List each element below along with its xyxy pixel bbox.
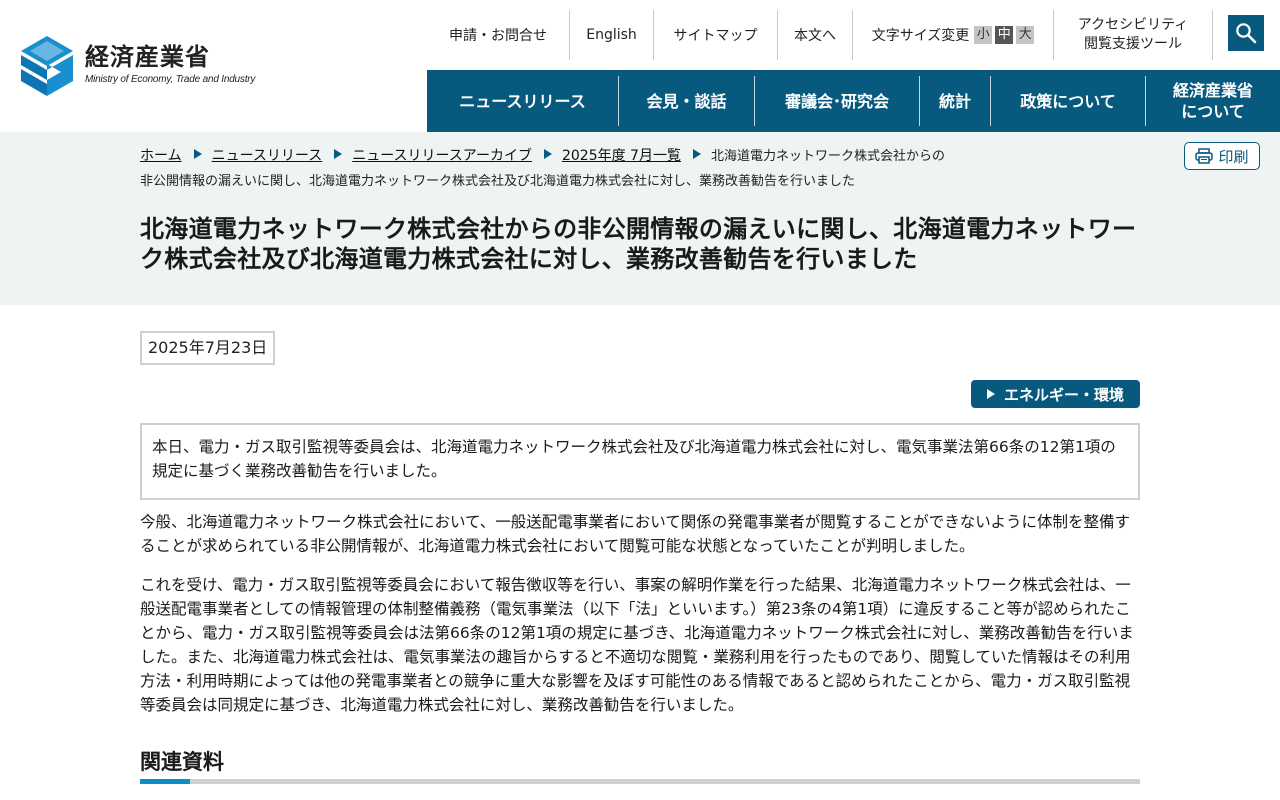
search-icon: [1236, 23, 1257, 44]
breadcrumb-arrow-icon: [543, 149, 552, 159]
body-paragraph: これを受け、電力・ガス取引監視等委員会において報告徴収等を行い、事案の解明作業を…: [140, 576, 1134, 714]
utility-divider: [1212, 10, 1213, 60]
skip-to-content-link[interactable]: 本文へ: [778, 10, 852, 60]
nav-about-label-1: 経済産業省: [1172, 81, 1253, 100]
printer-icon: [1195, 148, 1214, 164]
meti-logo-icon: [21, 36, 73, 96]
heading-underline: [140, 779, 1140, 784]
heading-underline-accent: [140, 779, 190, 784]
print-label: 印刷: [1218, 147, 1249, 166]
release-date: 2025年7月23日: [140, 331, 276, 365]
page-title: 北海道電力ネットワーク株式会社からの非公開情報の漏えいに関し、北海道電力ネットワ…: [140, 215, 1137, 273]
lead-summary-box: 本日、電力・ガス取引監視等委員会は、北海道電力ネットワーク株式会社及び北海道電力…: [140, 423, 1140, 500]
nav-about-meti[interactable]: 経済産業省 について: [1146, 70, 1280, 132]
related-materials-heading: 関連資料: [140, 750, 224, 774]
category-tag-label: エネルギー・環境: [1003, 385, 1124, 404]
font-size-small-button[interactable]: 小: [974, 26, 993, 44]
breadcrumb-news[interactable]: ニュースリリース: [212, 148, 323, 164]
font-size-switcher: 文字サイズ変更 小 中 大: [853, 10, 1053, 60]
accessibility-tool-link[interactable]: アクセシビリティ 閲覧支援ツール: [1054, 10, 1212, 60]
nav-press-conference[interactable]: 会見・談話: [619, 70, 754, 132]
logo-english-text: Ministry of Economy, Trade and Industry: [85, 74, 256, 85]
print-button[interactable]: 印刷: [1184, 142, 1260, 170]
nav-news-release[interactable]: ニュースリリース: [427, 70, 618, 132]
font-size-large-button[interactable]: 大: [1016, 26, 1035, 44]
breadcrumb-archive[interactable]: ニュースリリースアーカイブ: [352, 148, 532, 164]
font-size-label: 文字サイズ変更: [871, 28, 970, 44]
nav-councils[interactable]: 審議会･研究会: [755, 70, 919, 132]
font-size-medium-button[interactable]: 中: [995, 26, 1014, 44]
accessibility-label-1: アクセシビリティ: [1077, 17, 1189, 33]
accessibility-label-2: 閲覧支援ツール: [1084, 36, 1182, 52]
breadcrumb-current-1: 北海道電力ネットワーク株式会社からの: [710, 149, 945, 164]
breadcrumb-month[interactable]: 2025年度 7月一覧: [562, 148, 681, 164]
body-paragraph: 今般、北海道電力ネットワーク株式会社において、一般送配電事業者において関係の発電…: [140, 513, 1130, 555]
nav-policy[interactable]: 政策について: [991, 70, 1145, 132]
site-logo[interactable]: 経済産業省 Ministry of Economy, Trade and Ind…: [20, 36, 260, 98]
site-header: 経済産業省 Ministry of Economy, Trade and Ind…: [0, 0, 1280, 132]
global-navigation: ニュースリリース 会見・談話 審議会･研究会 統計 政策について 経済産業省 に…: [427, 70, 1280, 132]
contact-link[interactable]: 申請・お問合せ: [427, 10, 569, 60]
logo-japanese-text: 経済産業省: [85, 42, 210, 71]
breadcrumb: ホーム ニュースリリース ニュースリリースアーカイブ 2025年度 7月一覧 北海道電力…: [140, 144, 960, 194]
breadcrumb-arrow-icon: [334, 149, 343, 159]
nav-about-label-2: について: [1181, 102, 1245, 121]
search-button[interactable]: [1228, 15, 1264, 51]
breadcrumb-current-2: 非公開情報の漏えいに関し、北海道電力ネットワーク株式会社及び北海道電力株式会社に…: [140, 174, 856, 189]
breadcrumb-home[interactable]: ホーム: [140, 148, 182, 164]
nav-statistics[interactable]: 統計: [920, 70, 990, 132]
category-tag-link[interactable]: エネルギー・環境: [971, 380, 1140, 408]
breadcrumb-arrow-icon: [692, 149, 701, 159]
english-link[interactable]: English: [570, 10, 653, 60]
breadcrumb-arrow-icon: [193, 149, 202, 159]
sitemap-link[interactable]: サイトマップ: [654, 10, 777, 60]
triangle-right-icon: [986, 389, 995, 399]
